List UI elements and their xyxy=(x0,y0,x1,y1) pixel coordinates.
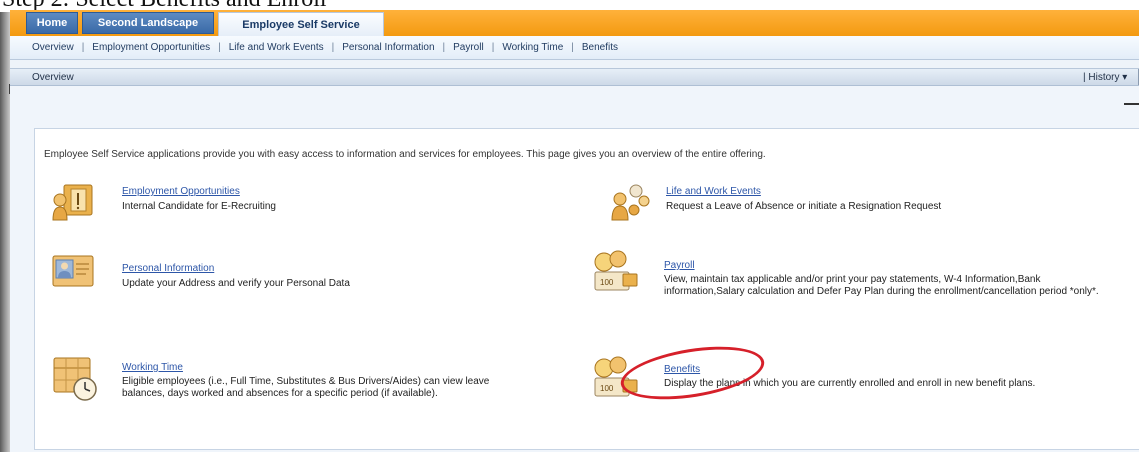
item-employment-opportunities: Employment Opportunities Internal Candid… xyxy=(52,182,572,232)
tab-second-landscape[interactable]: Second Landscape xyxy=(82,12,214,34)
life-and-work-events-icon xyxy=(611,184,650,221)
employment-opportunities-link[interactable]: Employment Opportunities xyxy=(122,186,240,197)
subnav-separator: | xyxy=(218,42,221,53)
subnav-overview[interactable]: Overview xyxy=(32,42,74,53)
working-time-desc: Eligible employees (i.e., Full Time, Sub… xyxy=(122,376,490,399)
header-gap-strip xyxy=(10,60,1139,68)
subnav-separator: | xyxy=(442,42,446,53)
svg-text:100: 100 xyxy=(600,278,614,287)
subnav-separator: | xyxy=(491,42,495,53)
left-window-rail xyxy=(0,0,10,452)
working-time-icon xyxy=(53,357,97,401)
history-label: History xyxy=(1088,72,1120,83)
subnav-employment-opportunities[interactable]: Employment Opportunities xyxy=(92,42,210,53)
personal-information-icon xyxy=(52,255,94,287)
subnav-separator: | xyxy=(331,42,335,53)
subnav-working-time[interactable]: Working Time xyxy=(502,42,563,53)
life-and-work-events-link[interactable]: Life and Work Events xyxy=(666,186,761,197)
subnav-separator: | xyxy=(571,42,574,53)
payroll-desc: View, maintain tax applicable and/or pri… xyxy=(664,274,1099,297)
subnav-life-and-work-events[interactable]: Life and Work Events xyxy=(229,42,324,53)
intro-text: Employee Self Service applications provi… xyxy=(44,149,766,160)
item-working-time: Working Time Eligible employees (i.e., F… xyxy=(52,356,572,436)
chevron-down-icon: ▾ xyxy=(1122,72,1128,83)
subnav-benefits[interactable]: Benefits xyxy=(582,42,618,53)
employment-opportunities-icon xyxy=(52,184,93,221)
svg-text:100: 100 xyxy=(600,384,614,393)
top-tab-bar: Home Second Landscape Employee Self Serv… xyxy=(10,10,1139,36)
item-payroll: 100 Payroll View, maintain tax applicabl… xyxy=(592,250,1132,330)
panel-collapse-handle[interactable] xyxy=(1124,103,1139,105)
working-time-link[interactable]: Working Time xyxy=(122,362,183,373)
employment-opportunities-desc: Internal Candidate for E-Recruiting xyxy=(122,201,276,212)
payroll-icon: 100 xyxy=(594,250,638,291)
tab-home[interactable]: Home xyxy=(26,12,78,34)
life-and-work-events-desc: Request a Leave of Absence or initiate a… xyxy=(666,201,942,212)
subnav-bar: Overview | Employment Opportunities | Li… xyxy=(10,36,1139,60)
tab-employee-self-service[interactable]: Employee Self Service xyxy=(218,12,384,36)
item-personal-information: Personal Information Update your Address… xyxy=(52,252,572,302)
history-menu[interactable]: | History ▾ xyxy=(1083,72,1127,83)
payroll-link[interactable]: Payroll xyxy=(664,260,695,271)
personal-information-link[interactable]: Personal Information xyxy=(122,263,214,274)
subnav-separator: | xyxy=(81,42,85,53)
item-life-and-work-events: Life and Work Events Request a Leave of … xyxy=(608,182,1128,232)
subnav-personal-information[interactable]: Personal Information xyxy=(342,42,434,53)
personal-information-desc: Update your Address and verify your Pers… xyxy=(122,278,350,289)
page-title-bar: Overview | History ▾ xyxy=(10,68,1139,86)
subnav-payroll[interactable]: Payroll xyxy=(453,42,484,53)
breadcrumb: Overview xyxy=(32,72,74,83)
